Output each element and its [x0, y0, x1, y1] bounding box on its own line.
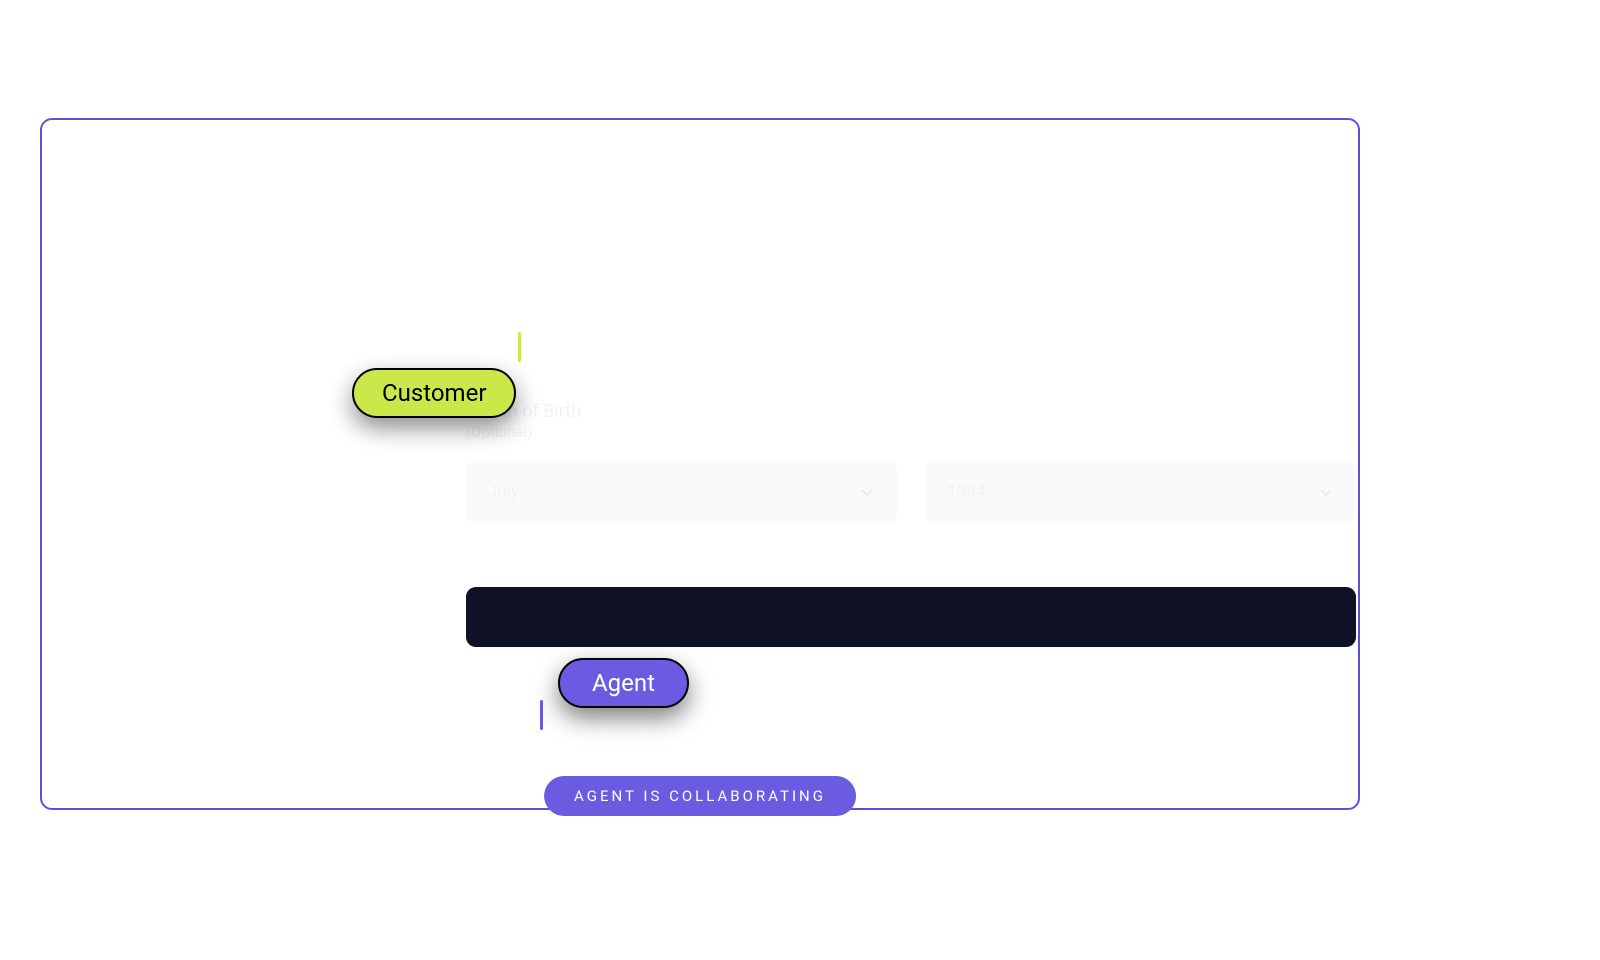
field-sublabel: (Optional): [466, 423, 1356, 441]
customer-cursor: [518, 332, 521, 362]
customer-cursor-label: Customer: [352, 368, 516, 418]
month-select[interactable]: July: [466, 461, 897, 523]
submit-button[interactable]: [466, 587, 1356, 647]
agent-cursor: [540, 700, 543, 730]
collaboration-frame: Month of Birth (Optional) July 1984: [40, 118, 1360, 810]
year-value: 1984: [947, 482, 985, 502]
form-section: Month of Birth (Optional) July 1984: [466, 400, 1356, 651]
field-label-group: Month of Birth (Optional): [466, 400, 1356, 441]
chevron-down-icon: [859, 484, 875, 500]
select-row: July 1984: [466, 461, 1356, 523]
collaboration-status-pill: AGENT IS COLLABORATING: [544, 776, 856, 816]
chevron-down-icon: [1318, 484, 1334, 500]
month-value: July: [488, 482, 519, 502]
year-select[interactable]: 1984: [925, 461, 1356, 523]
agent-cursor-label: Agent: [558, 658, 689, 708]
